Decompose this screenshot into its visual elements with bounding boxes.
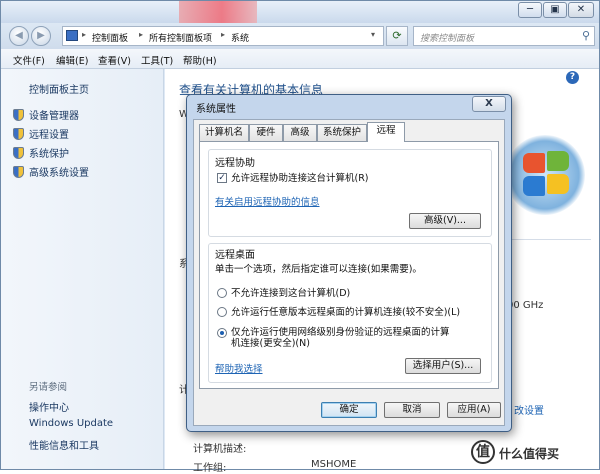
back-button[interactable]: ◀ — [9, 26, 29, 46]
maximize-button[interactable]: ▣ — [543, 2, 567, 18]
watermark-text: 什么值得买 — [499, 447, 560, 461]
radio-label: 允许运行任意版本远程桌面的计算机连接(较不安全)(L) — [231, 307, 461, 318]
dropdown-arrow-icon[interactable]: ▾ — [371, 30, 375, 39]
refresh-button[interactable]: ⟳ — [386, 26, 408, 46]
sidebar-item-label: 远程设置 — [29, 130, 69, 141]
menu-tools[interactable]: 工具(T) — [141, 53, 173, 67]
system-properties-dialog: 系统属性 X 计算机名 硬件 高级 系统保护 远程 远程协助 ✓ 允许远程协助连… — [186, 94, 512, 432]
dialog-title: 系统属性 — [196, 104, 236, 115]
tab-hardware[interactable]: 硬件 — [249, 124, 283, 141]
minimize-button[interactable]: ─ — [518, 2, 542, 18]
forward-button[interactable]: ▶ — [31, 26, 51, 46]
radio-label-continued: 机连接(更安全)(N) — [231, 338, 310, 349]
radio-allow-any-version[interactable] — [217, 307, 227, 317]
sidebar-item-label: 设备管理器 — [29, 111, 79, 122]
chevron-right-icon: ▸ — [82, 30, 87, 39]
cancel-button[interactable]: 取消 — [384, 402, 440, 418]
windows-logo — [505, 135, 585, 215]
see-also-windows-update[interactable]: Windows Update — [29, 418, 113, 429]
remote-assistance-group: 远程协助 ✓ 允许远程协助连接这台计算机(R) 有关启用远程协助的信息 高级(V… — [208, 149, 492, 237]
close-button[interactable]: ✕ — [568, 2, 594, 18]
sidebar-item-label: 高级系统设置 — [29, 168, 89, 179]
allow-remote-assistance-checkbox[interactable]: ✓ — [217, 173, 227, 183]
left-navigation-pane: 控制面板主页 设备管理器 远程设置 系统保护 高级系统设置 另请参阅 操作中心 … — [1, 69, 164, 469]
remote-assistance-info-link[interactable]: 有关启用远程协助的信息 — [215, 194, 320, 208]
watermark-logo-icon: 值 — [471, 440, 495, 464]
menu-bar: 文件(F) 编辑(E) 查看(V) 工具(T) 帮助(H) — [1, 49, 599, 69]
breadcrumb-all-items[interactable]: 所有控制面板项 — [149, 31, 212, 44]
dialog-close-button[interactable]: X — [472, 96, 506, 112]
remote-desktop-group: 远程桌面 单击一个选项，然后指定谁可以连接(如果需要)。 不允许连接到这台计算机… — [208, 243, 492, 383]
see-also-performance-tools[interactable]: 性能信息和工具 — [29, 437, 99, 452]
control-panel-window: ─ ▣ ✕ ◀ ▶ ▸ 控制面板 ▸ 所有控制面板项 ▸ 系统 ▾ ⟳ 搜索控制… — [0, 0, 600, 474]
radio-disallow-connections[interactable] — [217, 288, 227, 298]
radio-label: 不允许连接到这台计算机(D) — [231, 288, 351, 299]
control-panel-icon — [66, 30, 78, 41]
workgroup-label: 工作组: — [193, 463, 227, 474]
search-icon[interactable]: ⚲ — [582, 29, 590, 42]
change-settings-link[interactable]: 改设置 — [514, 402, 544, 417]
radio-allow-nla-only[interactable] — [217, 328, 227, 338]
apply-button[interactable]: 应用(A) — [447, 402, 501, 418]
group-title: 远程桌面 — [215, 250, 255, 261]
see-also-action-center[interactable]: 操作中心 — [29, 399, 69, 414]
menu-view[interactable]: 查看(V) — [98, 53, 131, 67]
dialog-body: 计算机名 硬件 高级 系统保护 远程 远程协助 ✓ 允许远程协助连接这台计算机(… — [193, 119, 505, 426]
sidebar-item-label: 系统保护 — [29, 149, 69, 160]
remote-desktop-description: 单击一个选项，然后指定谁可以连接(如果需要)。 — [215, 264, 422, 275]
shield-icon — [13, 109, 24, 121]
tab-remote[interactable]: 远程 — [367, 122, 405, 142]
breadcrumb-system[interactable]: 系统 — [231, 31, 249, 44]
menu-edit[interactable]: 编辑(E) — [56, 53, 88, 67]
tab-advanced[interactable]: 高级 — [283, 124, 317, 141]
control-panel-home-link[interactable]: 控制面板主页 — [29, 81, 89, 96]
shield-icon — [13, 166, 24, 178]
tab-system-protection[interactable]: 系统保护 — [317, 124, 367, 141]
cpu-speed-fragment: 00 GHz — [507, 300, 544, 311]
see-also-heading: 另请参阅 — [29, 382, 68, 393]
search-placeholder: 搜索控制面板 — [420, 34, 475, 44]
address-bar[interactable]: ▸ 控制面板 ▸ 所有控制面板项 ▸ 系统 ▾ — [62, 26, 384, 46]
radio-label: 仅允许运行使用网络级别身份验证的远程桌面的计算 — [231, 327, 450, 338]
advanced-button[interactable]: 高级(V)... — [409, 213, 481, 229]
sidebar-item-device-manager[interactable]: 设备管理器 — [13, 107, 79, 122]
computer-description-label: 计算机描述: — [193, 444, 247, 455]
sidebar-item-system-protection[interactable]: 系统保护 — [13, 145, 69, 160]
tab-computer-name[interactable]: 计算机名 — [199, 124, 249, 141]
sidebar-item-remote-settings[interactable]: 远程设置 — [13, 126, 69, 141]
search-input[interactable]: 搜索控制面板 ⚲ — [413, 26, 595, 46]
workgroup-value: MSHOME — [311, 459, 357, 470]
group-title: 远程协助 — [215, 158, 255, 169]
help-me-choose-link[interactable]: 帮助我选择 — [215, 361, 263, 375]
shield-icon — [13, 128, 24, 140]
help-icon[interactable]: ? — [566, 71, 579, 84]
checkbox-label: 允许远程协助连接这台计算机(R) — [231, 173, 369, 184]
address-toolbar: ◀ ▶ ▸ 控制面板 ▸ 所有控制面板项 ▸ 系统 ▾ ⟳ 搜索控制面板 ⚲ — [1, 23, 599, 49]
chevron-right-icon: ▸ — [139, 30, 144, 39]
menu-help[interactable]: 帮助(H) — [183, 53, 217, 67]
select-users-button[interactable]: 选择用户(S)... — [405, 358, 481, 374]
title-bar: ─ ▣ ✕ — [1, 1, 599, 31]
menu-file[interactable]: 文件(F) — [13, 53, 45, 67]
ok-button[interactable]: 确定 — [321, 402, 377, 418]
chevron-right-icon: ▸ — [221, 30, 226, 39]
shield-icon — [13, 147, 24, 159]
remote-tab-panel: 远程协助 ✓ 允许远程协助连接这台计算机(R) 有关启用远程协助的信息 高级(V… — [199, 141, 499, 389]
watermark: 值 什么值得买 — [471, 439, 599, 469]
breadcrumb-control-panel[interactable]: 控制面板 — [92, 31, 128, 44]
sidebar-item-advanced-settings[interactable]: 高级系统设置 — [13, 164, 89, 179]
